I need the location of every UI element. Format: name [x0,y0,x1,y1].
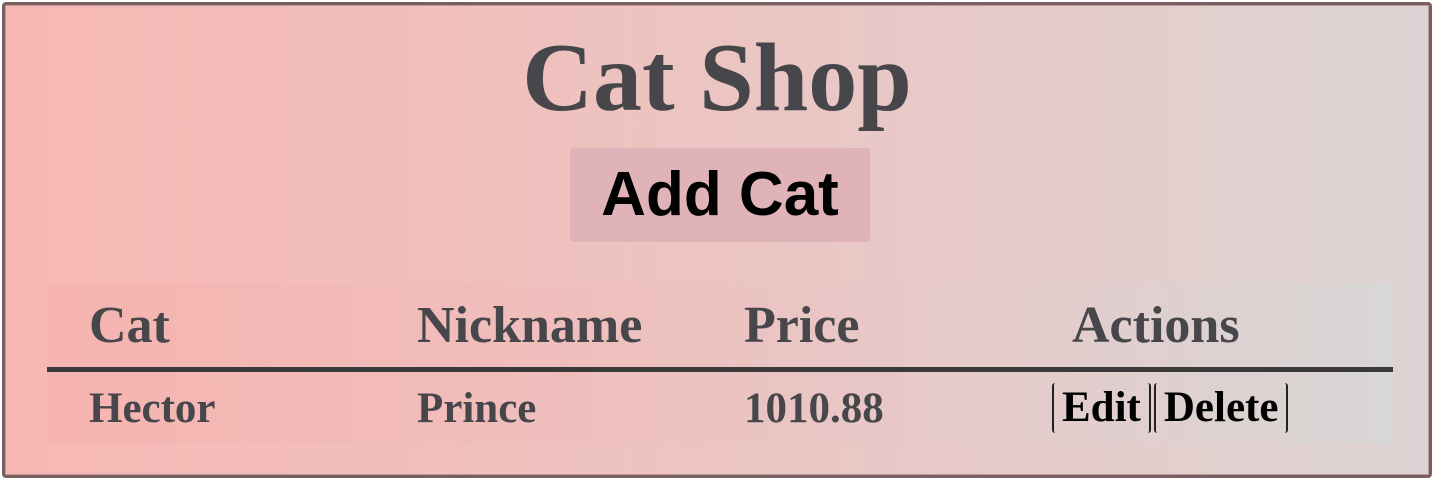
cell-price: 1010.88 [744,384,884,432]
column-header-actions: Actions [1030,283,1393,372]
edit-button[interactable]: Edit [1052,383,1151,433]
column-header-price: Price [702,283,1030,372]
table-row: Hector Prince 1010.88 Edit Delete [47,370,1393,445]
column-header-nickname: Nickname [375,283,702,372]
cell-nickname: Prince [417,384,537,432]
cat-table-container: Cat Nickname Price Actions Hector Prince… [47,283,1393,443]
cat-table: Cat Nickname Price Actions Hector Prince… [47,283,1393,444]
column-header-cat: Cat [47,283,375,372]
table-header: Cat Nickname Price Actions [47,283,1393,372]
app-frame: Cat Shop Add Cat Cat Nickname Price Acti… [2,2,1432,478]
delete-button[interactable]: Delete [1153,383,1289,433]
cell-actions: Edit Delete [1030,370,1393,445]
add-cat-button[interactable]: Add Cat [570,148,870,242]
page-title: Cat Shop [522,24,912,132]
header-row: Cat Nickname Price Actions [47,283,1393,372]
cell-cat: Hector [89,384,216,432]
